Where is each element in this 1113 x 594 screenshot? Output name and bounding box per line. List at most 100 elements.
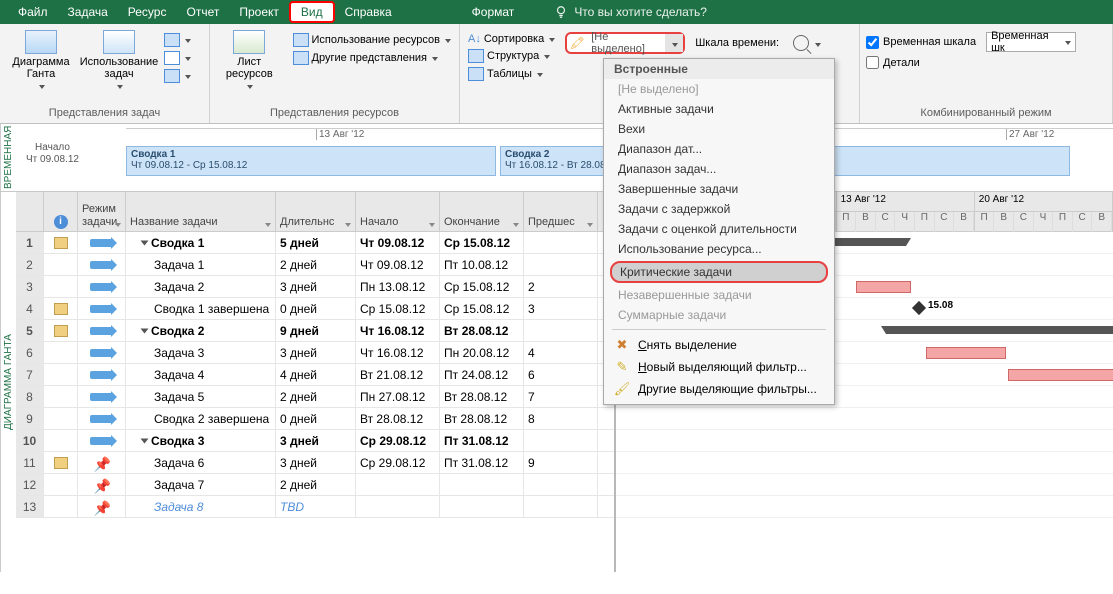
row-name[interactable]: Сводка 1 завершена xyxy=(126,298,276,319)
row-start[interactable]: Вт 28.08.12 xyxy=(356,408,440,429)
dropdown-option[interactable]: Диапазон дат... xyxy=(604,139,834,159)
dropdown-option[interactable]: Критические задачи xyxy=(610,261,828,283)
row-info[interactable] xyxy=(44,430,78,451)
menu-resource[interactable]: Ресурс xyxy=(118,1,177,23)
tables-button[interactable]: Таблицы xyxy=(466,66,557,82)
sort-button[interactable]: A↓Сортировка xyxy=(466,32,557,46)
menu-project[interactable]: Проект xyxy=(229,1,289,23)
row-start[interactable]: Ср 15.08.12 xyxy=(356,298,440,319)
row-start[interactable]: Чт 16.08.12 xyxy=(356,320,440,341)
row-info[interactable] xyxy=(44,254,78,275)
tell-me[interactable]: Что вы хотите сделать? xyxy=(554,5,707,19)
row-index[interactable]: 5 xyxy=(16,320,44,341)
row-name[interactable]: Задача 6 xyxy=(126,452,276,473)
row-index[interactable]: 12 xyxy=(16,474,44,495)
gantt-chart-button[interactable]: Диаграмма Ганта xyxy=(6,28,76,94)
row-predecessors[interactable] xyxy=(524,232,598,253)
row-name[interactable]: Задача 4 xyxy=(126,364,276,385)
dropdown-option[interactable]: Диапазон задач... xyxy=(604,159,834,179)
collapse-icon[interactable] xyxy=(141,328,149,333)
row-finish[interactable]: Пт 31.08.12 xyxy=(440,452,524,473)
row-info[interactable] xyxy=(44,386,78,407)
col-duration[interactable]: Длительнс xyxy=(276,192,356,231)
row-predecessors[interactable] xyxy=(524,496,598,517)
row-finish[interactable]: Пт 31.08.12 xyxy=(440,430,524,451)
col-info[interactable]: i xyxy=(44,192,78,231)
task-row[interactable]: 5 Сводка 29 днейЧт 16.08.12Вт 28.08.12 xyxy=(16,320,614,342)
row-mode[interactable]: 📌 xyxy=(78,496,126,517)
row-start[interactable]: Пн 27.08.12 xyxy=(356,386,440,407)
row-mode[interactable] xyxy=(78,254,126,275)
timeline-view-combo[interactable]: Временная шк xyxy=(986,32,1076,52)
row-start[interactable]: Чт 09.08.12 xyxy=(356,254,440,275)
task-row[interactable]: 9Сводка 2 завершена0 днейВт 28.08.12Вт 2… xyxy=(16,408,614,430)
task-row[interactable]: 4Сводка 1 завершена0 днейСр 15.08.12Ср 1… xyxy=(16,298,614,320)
row-duration[interactable]: 3 дней xyxy=(276,276,356,297)
row-index[interactable]: 9 xyxy=(16,408,44,429)
row-predecessors[interactable]: 9 xyxy=(524,452,598,473)
network-diagram-button[interactable] xyxy=(162,32,193,48)
row-predecessors[interactable]: 2 xyxy=(524,276,598,297)
row-mode[interactable] xyxy=(78,342,126,363)
row-start[interactable]: Ср 29.08.12 xyxy=(356,430,440,451)
row-duration[interactable]: 2 дней xyxy=(276,254,356,275)
chevron-down-icon[interactable] xyxy=(665,34,683,52)
menu-report[interactable]: Отчет xyxy=(176,1,229,23)
row-index[interactable]: 13 xyxy=(16,496,44,517)
row-start[interactable]: Вт 21.08.12 xyxy=(356,364,440,385)
task-row[interactable]: 10Сводка 33 днейСр 29.08.12Пт 31.08.12 xyxy=(16,430,614,452)
col-start[interactable]: Начало xyxy=(356,192,440,231)
row-index[interactable]: 2 xyxy=(16,254,44,275)
row-finish[interactable] xyxy=(440,496,524,517)
row-finish[interactable]: Вт 28.08.12 xyxy=(440,320,524,341)
task-row[interactable]: 12📌Задача 72 дней xyxy=(16,474,614,496)
row-name[interactable]: Задача 3 xyxy=(126,342,276,363)
row-duration[interactable]: 0 дней xyxy=(276,408,356,429)
row-info[interactable] xyxy=(44,452,78,473)
row-name[interactable]: Сводка 3 xyxy=(126,430,276,451)
task-row[interactable]: 6Задача 33 днейЧт 16.08.12Пн 20.08.124 xyxy=(16,342,614,364)
task-row[interactable]: 7Задача 44 днейВт 21.08.12Пт 24.08.126 xyxy=(16,364,614,386)
row-start[interactable]: Ср 29.08.12 xyxy=(356,452,440,473)
row-duration[interactable]: TBD xyxy=(276,496,356,517)
dropdown-option[interactable]: Активные задачи xyxy=(604,99,834,119)
row-name[interactable]: Задача 8 xyxy=(126,496,276,517)
task-bar[interactable] xyxy=(926,347,1006,359)
row-finish[interactable] xyxy=(440,474,524,495)
menu-format[interactable]: Формат xyxy=(462,1,525,23)
row-duration[interactable]: 3 дней xyxy=(276,342,356,363)
row-name[interactable]: Сводка 2 xyxy=(126,320,276,341)
menu-help[interactable]: Справка xyxy=(335,1,402,23)
row-info[interactable] xyxy=(44,298,78,319)
row-name[interactable]: Сводка 1 xyxy=(126,232,276,253)
row-finish[interactable]: Пт 10.08.12 xyxy=(440,254,524,275)
row-predecessors[interactable]: 3 xyxy=(524,298,598,319)
row-info[interactable] xyxy=(44,474,78,495)
row-duration[interactable]: 2 дней xyxy=(276,386,356,407)
row-predecessors[interactable]: 7 xyxy=(524,386,598,407)
row-duration[interactable]: 3 дней xyxy=(276,452,356,473)
row-index[interactable]: 8 xyxy=(16,386,44,407)
calendar-button[interactable] xyxy=(162,50,193,66)
dropdown-option[interactable]: Задачи с задержкой xyxy=(604,199,834,219)
highlight-filter-combo[interactable]: 🖍 [Не выделено] xyxy=(565,32,685,54)
row-finish[interactable]: Вт 28.08.12 xyxy=(440,386,524,407)
row-duration[interactable]: 3 дней xyxy=(276,430,356,451)
other-views-button[interactable]: Другие представления xyxy=(291,50,453,66)
task-bar[interactable] xyxy=(856,281,911,293)
col-name[interactable]: Название задачи xyxy=(126,192,276,231)
row-duration[interactable]: 9 дней xyxy=(276,320,356,341)
row-predecessors[interactable] xyxy=(524,320,598,341)
row-index[interactable]: 3 xyxy=(16,276,44,297)
row-mode[interactable] xyxy=(78,408,126,429)
row-predecessors[interactable]: 6 xyxy=(524,364,598,385)
resource-sheet-button[interactable]: Лист ресурсов xyxy=(216,28,283,94)
row-mode[interactable] xyxy=(78,298,126,319)
task-usage-button[interactable]: Использование задач xyxy=(84,28,154,94)
timeline-bar-1[interactable]: Сводка 1 Чт 09.08.12 - Ср 15.08.12 xyxy=(126,146,496,176)
row-finish[interactable]: Ср 15.08.12 xyxy=(440,298,524,319)
row-finish[interactable]: Ср 15.08.12 xyxy=(440,232,524,253)
row-name[interactable]: Задача 1 xyxy=(126,254,276,275)
row-name[interactable]: Задача 7 xyxy=(126,474,276,495)
row-predecessors[interactable]: 4 xyxy=(524,342,598,363)
